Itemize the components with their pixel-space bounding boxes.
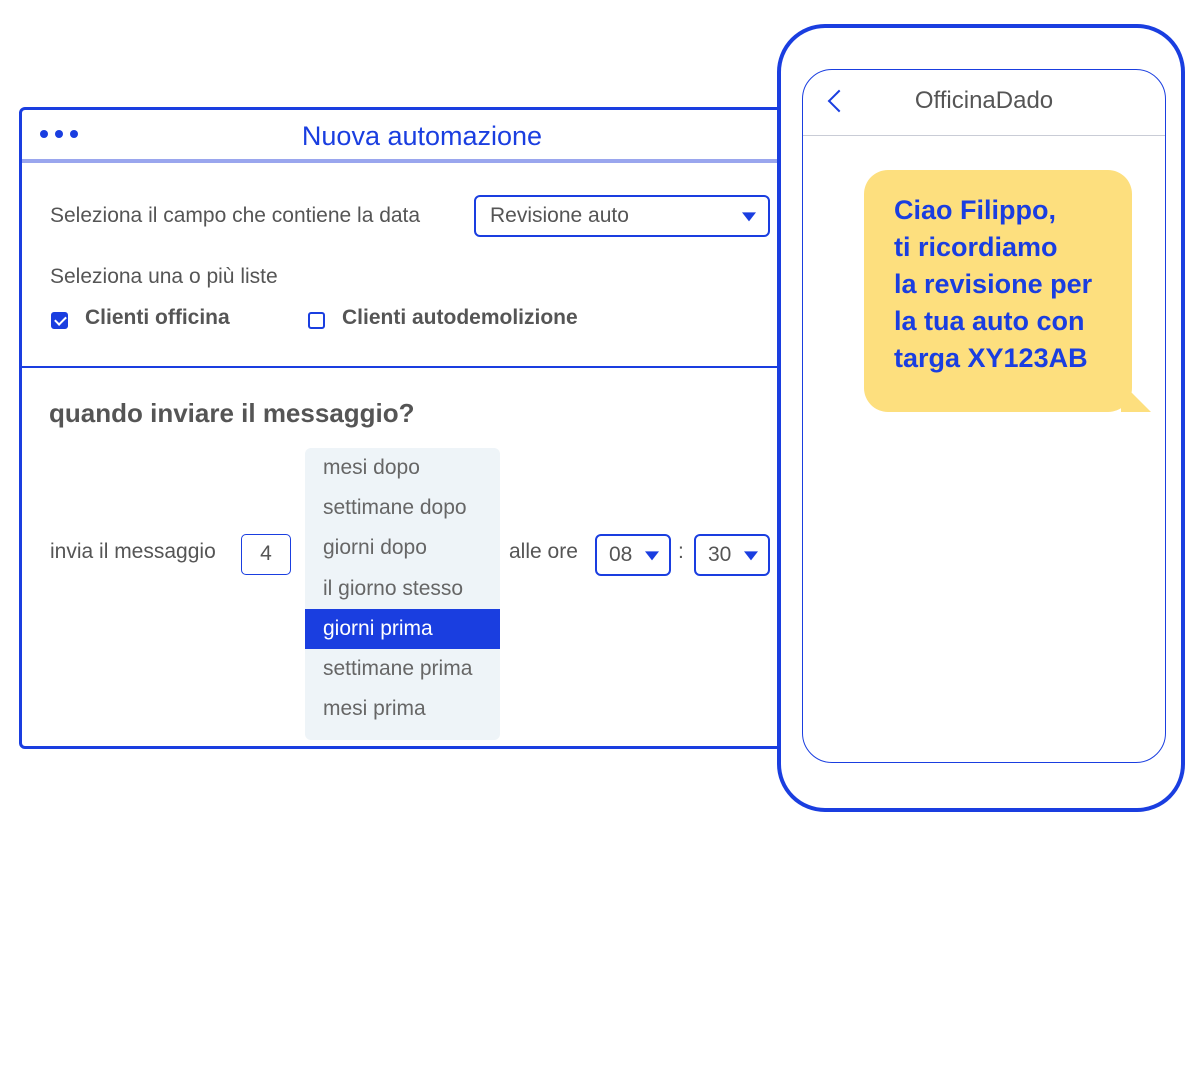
time-label: alle ore <box>509 540 578 563</box>
timing-option-selected[interactable]: giorni prima <box>305 608 500 649</box>
checkbox-clienti-autodemolizione[interactable] <box>308 312 325 329</box>
sender-name: OfficinaDado <box>914 87 1054 114</box>
timing-option[interactable]: mesi dopo <box>305 448 500 488</box>
hour-value: 08 <box>609 543 633 566</box>
message-line: la tua auto con <box>894 306 1085 336</box>
automation-window: Nuova automazione Seleziona il campo che… <box>19 107 819 749</box>
chevron-down-icon <box>742 212 756 222</box>
hour-select[interactable]: 08 <box>595 534 671 576</box>
timing-option[interactable]: settimane dopo <box>305 488 500 528</box>
timing-dropdown-list[interactable]: mesi dopo settimane dopo giorni dopo il … <box>305 448 500 740</box>
minute-value: 30 <box>708 543 732 566</box>
timing-option[interactable]: giorni dopo <box>305 528 500 568</box>
window-title: Nuova automazione <box>301 121 543 151</box>
chevron-down-icon <box>744 551 758 561</box>
timing-option[interactable]: settimane prima <box>305 649 500 689</box>
checkbox-label-clienti-officina: Clienti officina <box>85 306 230 329</box>
date-field-value: Revisione auto <box>490 204 629 227</box>
timing-option[interactable]: il giorno stesso <box>305 569 500 609</box>
lists-label: Seleziona una o più liste <box>50 265 278 288</box>
send-label: invia il messaggio <box>50 540 216 563</box>
date-field-select[interactable]: Revisione auto <box>474 195 770 237</box>
message-line: Ciao Filippo, <box>894 195 1056 225</box>
phone-screen: OfficinaDado Ciao Filippo, ti ricordiamo… <box>802 69 1166 763</box>
checkbox-label-clienti-autodemolizione: Clienti autodemolizione <box>342 306 578 329</box>
window-header: Nuova automazione <box>22 110 816 163</box>
message-line: ti ricordiamo <box>894 232 1058 262</box>
phone-mockup: OfficinaDado Ciao Filippo, ti ricordiamo… <box>777 24 1185 812</box>
message-line: la revisione per <box>894 269 1093 299</box>
phone-header: OfficinaDado <box>803 70 1165 136</box>
sms-bubble: Ciao Filippo, ti ricordiamo la revisione… <box>864 170 1132 412</box>
date-field-label: Seleziona il campo che contiene la data <box>50 204 421 227</box>
section-title: quando inviare il messaggio? <box>49 398 415 428</box>
chevron-down-icon <box>645 551 659 561</box>
send-amount-input[interactable]: 4 <box>241 534 291 575</box>
section-divider <box>22 366 816 368</box>
minute-select[interactable]: 30 <box>694 534 770 576</box>
time-separator: : <box>678 540 684 563</box>
timing-option[interactable]: mesi prima <box>305 689 500 729</box>
message-line: targa XY123AB <box>894 343 1088 373</box>
checkbox-clienti-officina[interactable] <box>51 312 68 329</box>
